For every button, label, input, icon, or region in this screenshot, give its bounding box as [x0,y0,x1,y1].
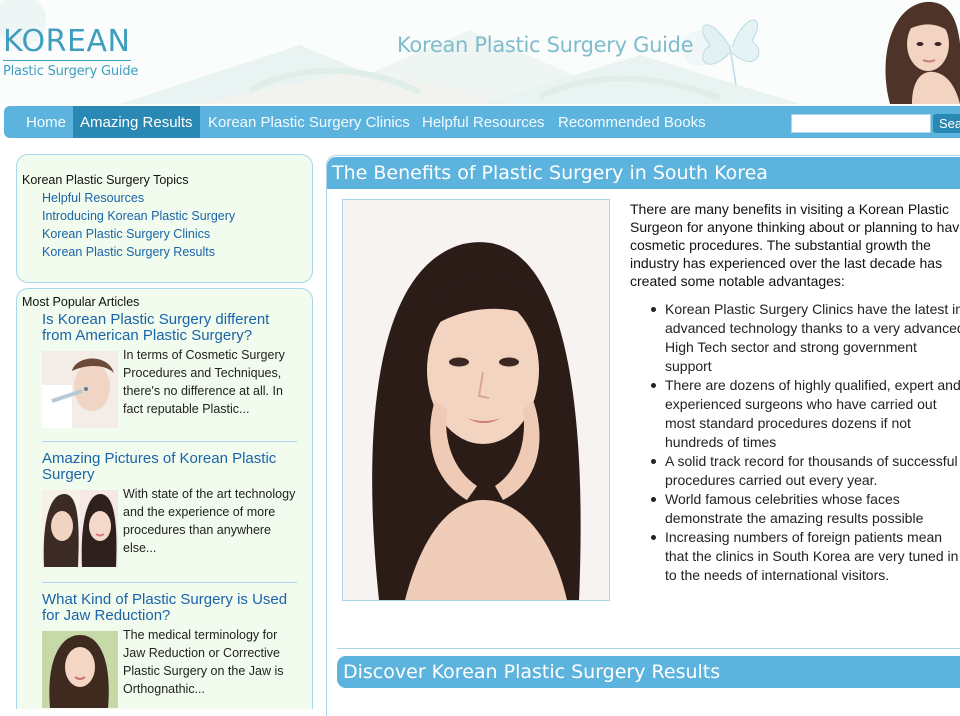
search-input[interactable] [791,114,931,133]
popular-heading: Most Popular Articles [22,295,140,309]
nav-korean-plastic-surgery-clinics[interactable]: Korean Plastic Surgery Clinics [201,106,417,138]
benefit-item: Increasing numbers of foreign patients m… [651,528,960,585]
site-header: KOREAN Plastic Surgery Guide Korean Plas… [0,0,960,104]
benefit-item: World famous celebrities whose faces dem… [651,490,960,528]
nav-recommended-books[interactable]: Recommended Books [551,106,713,138]
logo-wordmark: KOREAN [3,24,131,59]
topics-heading: Korean Plastic Surgery Topics [22,173,189,187]
intro-paragraph: There are many benefits in visiting a Ko… [630,201,960,289]
popular-articles-panel: Most Popular Articles Is Korean Plastic … [16,288,313,709]
topics-panel: Korean Plastic Surgery Topics Helpful Re… [16,154,313,283]
article-title-2[interactable]: Amazing Pictures of Korean Plastic Surge… [42,451,292,483]
benefit-item: There are dozens of highly qualified, ex… [651,376,960,452]
header-model-photo [868,0,960,104]
article-title-1[interactable]: Is Korean Plastic Surgery different from… [42,312,292,344]
benefit-item: Korean Plastic Surgery Clinics have the … [651,300,960,376]
main-heading-bar: The Benefits of Plastic Surgery in South… [327,157,960,189]
logo-divider [3,60,131,61]
results-heading-bar: Discover Korean Plastic Surgery Results [337,656,960,688]
main-model-photo [342,199,610,601]
nav-amazing-results[interactable]: Amazing Results [73,106,200,138]
butterfly-icon [702,19,760,86]
topic-link-results[interactable]: Korean Plastic Surgery Results [42,245,215,259]
article-excerpt-1: In terms of Cosmetic Surgery Procedures … [123,348,285,416]
results-heading: Discover Korean Plastic Surgery Results [343,661,721,683]
site-logo[interactable]: KOREAN Plastic Surgery Guide [3,25,138,79]
article-excerpt-3: The medical terminology for Jaw Reductio… [123,628,284,696]
article-divider [42,441,297,442]
benefit-item: A solid track record for thousands of su… [651,452,960,490]
article-thumb-3[interactable] [42,631,118,708]
article-thumb-2[interactable] [42,490,118,567]
page-title: The Benefits of Plastic Surgery in South… [332,162,768,184]
article-excerpt-2: With state of the art technology and the… [123,487,296,555]
main-nav: Home Amazing Results Korean Plastic Surg… [4,106,960,138]
site-title: Korean Plastic Surgery Guide [397,33,694,57]
benefits-list: Korean Plastic Surgery Clinics have the … [651,300,960,585]
article-title-3[interactable]: What Kind of Plastic Surgery is Used for… [42,592,292,624]
search-button[interactable]: Sea [933,114,960,133]
nav-home[interactable]: Home [19,106,73,138]
topic-link-helpful-resources[interactable]: Helpful Resources [42,191,144,205]
topic-link-clinics[interactable]: Korean Plastic Surgery Clinics [42,227,210,241]
section-divider [337,648,960,649]
logo-tagline: Plastic Surgery Guide [3,64,139,79]
nav-helpful-resources[interactable]: Helpful Resources [415,106,552,138]
topic-link-introducing[interactable]: Introducing Korean Plastic Surgery [42,209,235,223]
article-thumb-1[interactable] [42,351,118,428]
article-divider [42,582,297,583]
